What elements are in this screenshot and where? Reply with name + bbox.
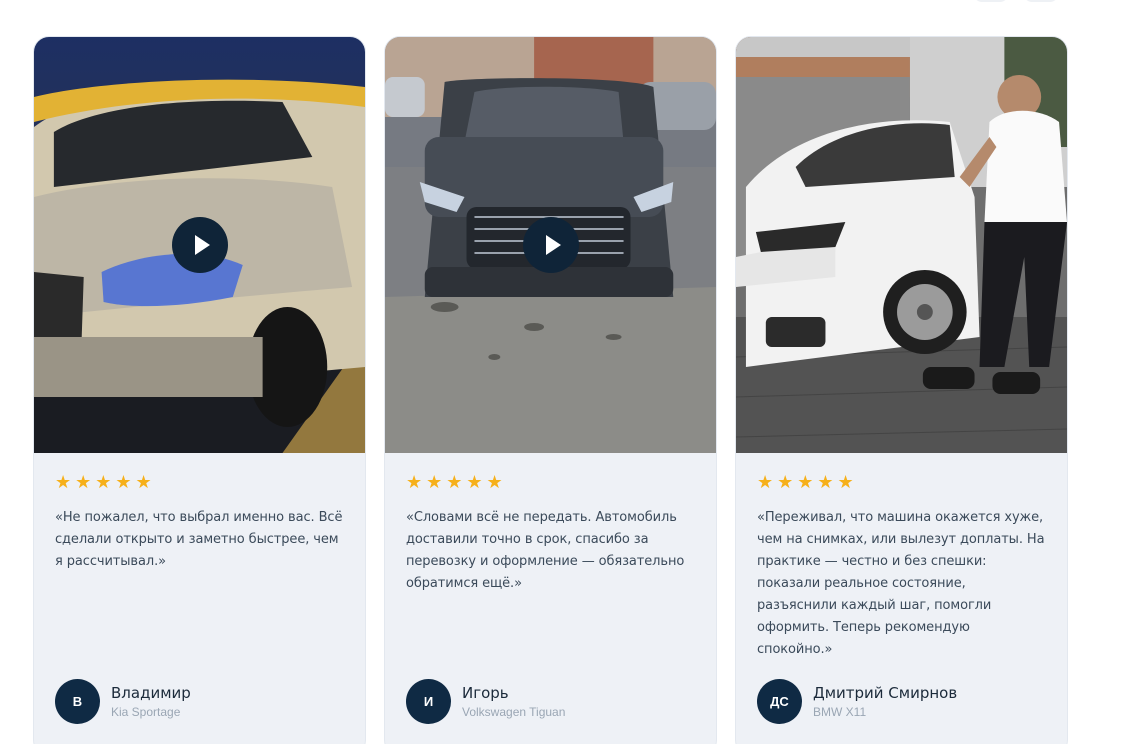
- star-icon: ★★★★★: [55, 472, 156, 493]
- author-car: Kia Sportage: [111, 704, 181, 719]
- carousel-prev-button[interactable]: [974, 0, 1008, 2]
- star-icon: ★★★★★: [757, 472, 858, 493]
- play-video-button[interactable]: [523, 217, 579, 273]
- star-icon: ★★★★★: [406, 472, 507, 493]
- reviews-carousel: ★★★★★ «Не пожалел, что выбрал именно вас…: [33, 36, 1068, 744]
- star-rating: ★★★★★: [55, 472, 343, 493]
- review-card: ★★★★★ «Не пожалел, что выбрал именно вас…: [33, 36, 366, 744]
- star-rating: ★★★★★: [406, 472, 694, 493]
- play-video-button[interactable]: [172, 217, 228, 273]
- carousel-controls: [974, 0, 1058, 2]
- star-rating: ★★★★★: [757, 472, 1045, 493]
- review-text: «Переживал, что машина окажется хуже, че…: [757, 510, 1045, 657]
- author-name: Владимир: [111, 683, 191, 702]
- review-author: И Игорь Volkswagen Tiguan: [406, 679, 565, 724]
- avatar: ДС: [757, 679, 802, 724]
- author-name: Дмитрий Смирнов: [813, 683, 958, 702]
- author-car: BMW X11: [813, 704, 867, 719]
- review-text: «Не пожалел, что выбрал именно вас. Всё …: [55, 510, 343, 569]
- carousel-next-button[interactable]: [1024, 0, 1058, 2]
- review-text: «Словами всё не передать. Автомобиль дос…: [406, 510, 685, 591]
- avatar: В: [55, 679, 100, 724]
- car-photo: [736, 37, 1067, 453]
- review-card: ★★★★★ «Словами всё не передать. Автомоби…: [384, 36, 717, 744]
- review-author: В Владимир Kia Sportage: [55, 679, 191, 724]
- author-name: Игорь: [462, 683, 509, 702]
- review-video-thumbnail[interactable]: [34, 37, 365, 453]
- review-card: ★★★★★ «Переживал, что машина окажется ху…: [735, 36, 1068, 744]
- avatar: И: [406, 679, 451, 724]
- author-car: Volkswagen Tiguan: [462, 704, 566, 719]
- review-photo: [736, 37, 1067, 453]
- review-video-thumbnail[interactable]: [385, 37, 716, 453]
- review-author: ДС Дмитрий Смирнов BMW X11: [757, 679, 957, 724]
